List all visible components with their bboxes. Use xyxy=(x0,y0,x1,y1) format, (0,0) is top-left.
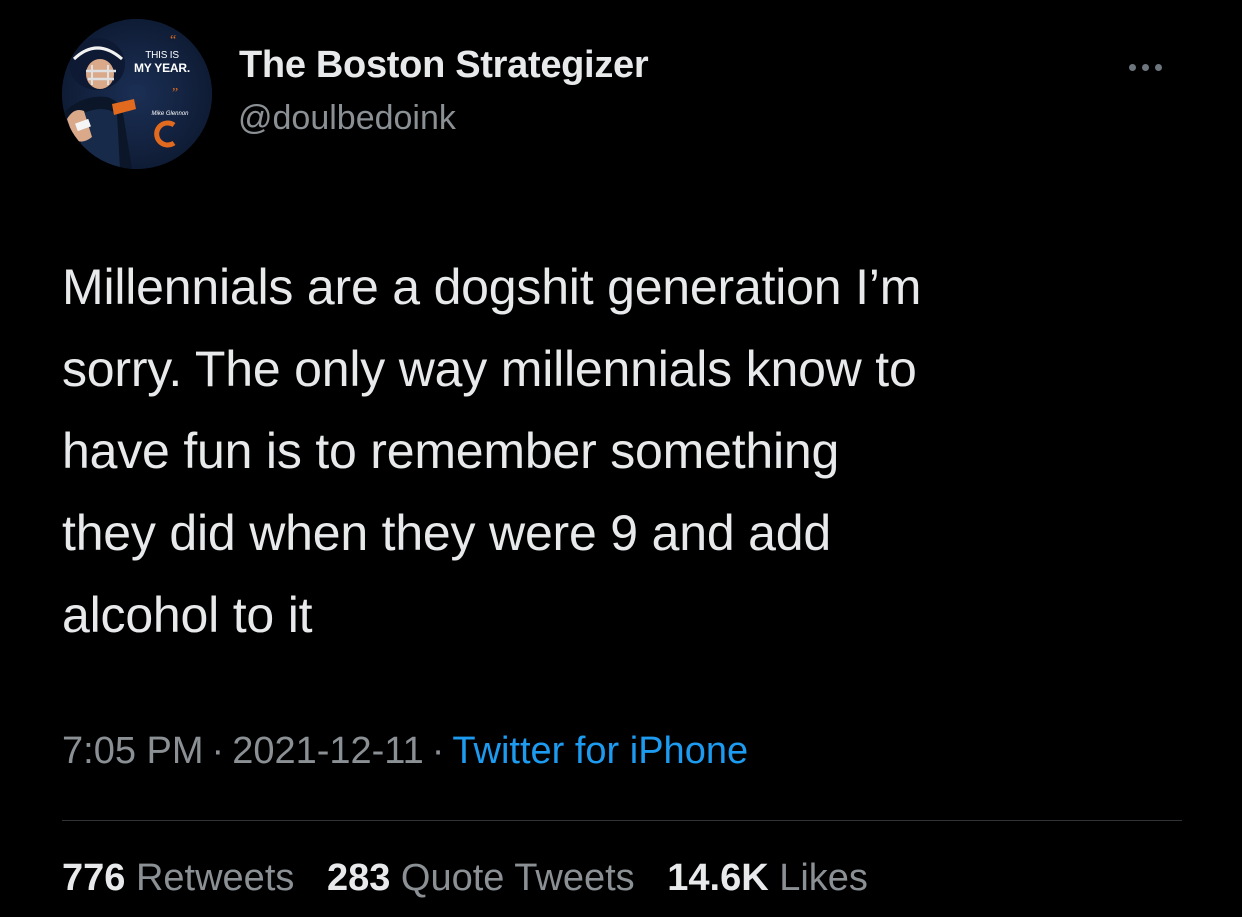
tweet-time[interactable]: 7:05 PM xyxy=(62,730,204,772)
tweet-text: Millennials are a dogshit generation I’m… xyxy=(62,259,922,643)
tweet-date[interactable]: 2021-12-11 xyxy=(232,730,424,772)
avatar-caption: THIS IS MY YEAR. xyxy=(132,49,192,75)
likes-label: Likes xyxy=(779,857,868,899)
svg-text:”: ” xyxy=(172,86,178,101)
tweet: “ ” THIS IS MY YEAR. Mike Glennon The Bo… xyxy=(0,0,1242,917)
more-horizontal-icon xyxy=(1128,63,1136,71)
tweet-meta: 7:05 PM · 2021-12-11 · Twitter for iPhone xyxy=(62,730,748,773)
divider xyxy=(62,820,1182,821)
display-name[interactable]: The Boston Strategizer xyxy=(239,44,649,87)
more-options-button[interactable] xyxy=(1110,52,1180,82)
more-horizontal-icon-dot xyxy=(1141,63,1149,71)
quote-tweets-label: Quote Tweets xyxy=(400,857,635,899)
quote-tweets-stat[interactable]: 283 Quote Tweets xyxy=(327,857,635,899)
retweets-stat[interactable]: 776 Retweets xyxy=(62,857,294,899)
avatar-image: “ ” xyxy=(62,19,212,169)
likes-count: 14.6K xyxy=(667,857,769,899)
avatar-caption-main: MY YEAR. xyxy=(134,61,190,75)
user-handle[interactable]: @doulbedoink xyxy=(238,99,456,138)
retweets-count: 776 xyxy=(62,857,126,899)
meta-separator: · xyxy=(211,730,225,772)
tweet-stats: 776 Retweets 283 Quote Tweets 14.6K Like… xyxy=(62,857,890,900)
likes-stat[interactable]: 14.6K Likes xyxy=(667,857,868,899)
svg-text:“: “ xyxy=(170,33,176,48)
avatar[interactable]: “ ” THIS IS MY YEAR. Mike Glennon xyxy=(62,19,212,169)
quote-tweets-count: 283 xyxy=(326,857,391,899)
more-horizontal-icon-dot xyxy=(1154,63,1162,71)
meta-separator: · xyxy=(431,730,445,772)
retweets-label: Retweets xyxy=(135,857,295,899)
avatar-credit: Mike Glennon xyxy=(151,111,189,117)
tweet-source-link[interactable]: Twitter for iPhone xyxy=(452,730,748,772)
